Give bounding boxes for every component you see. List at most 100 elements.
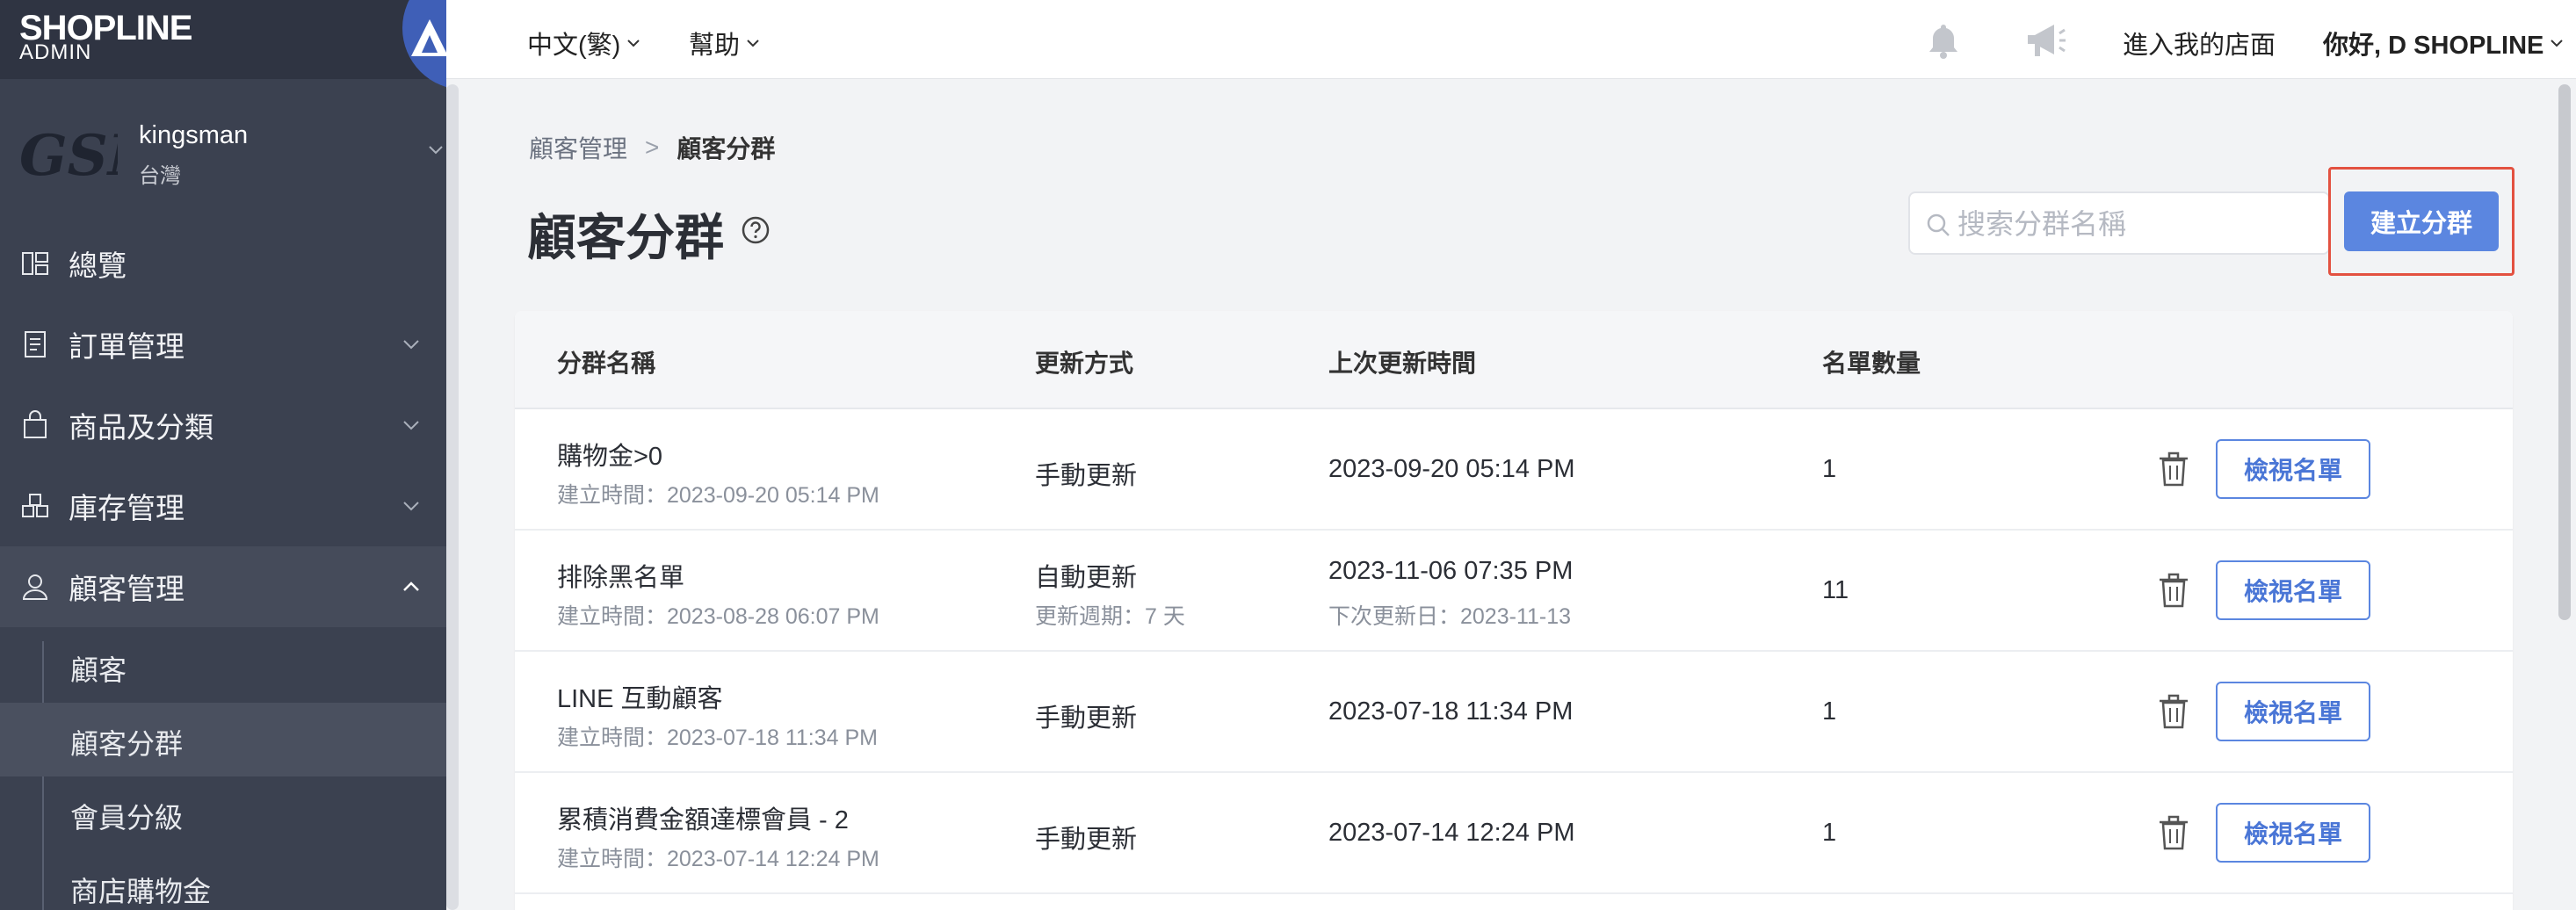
last-updated: 2023-07-18 11:34 PM — [1328, 697, 1574, 726]
update-cycle: 更新週期：7 天 — [1035, 604, 1185, 629]
page-title: 顧客分群 — [527, 210, 724, 265]
sidebar-item-inventory[interactable]: 庫存管理 — [0, 466, 446, 546]
sidebar-subitem-label: 顧客 — [70, 654, 127, 686]
shopping-bag-icon — [24, 410, 47, 438]
column-header-count: 名單數量 — [1822, 350, 1921, 377]
logo-area: SHOPLINE ADMIN — [0, 0, 446, 90]
segment-created: 建立時間：2023-07-18 11:34 PM — [557, 726, 878, 750]
sidebar: SHOPLINE ADMIN GSM kingsman 台灣 總覽 訂單管理 商… — [0, 0, 446, 910]
breadcrumb-parent[interactable]: 顧客管理 — [529, 130, 627, 165]
account-menu[interactable]: 你好, D SHOPLINE — [2323, 25, 2565, 61]
view-list-button[interactable]: 檢視名單 — [2216, 682, 2370, 741]
top-bar: 中文(繁) 幫助 進入我的店面 你好, D SHOPLINE — [446, 0, 2576, 79]
trash-icon[interactable] — [2156, 571, 2191, 610]
chevron-down-icon — [403, 421, 419, 430]
content-left-scroll-track — [446, 84, 459, 910]
account-greeting: 你好, D SHOPLINE — [2323, 32, 2544, 60]
store-name: kingsman — [139, 121, 249, 149]
sidebar-item-label: 顧客管理 — [69, 573, 185, 605]
segment-name: 累積消費金額達標會員 - 2 — [557, 806, 849, 834]
store-logo: GSM — [19, 123, 118, 189]
view-list-button[interactable]: 檢視名單 — [2216, 560, 2370, 620]
breadcrumb: 顧客管理 > 顧客分群 — [529, 130, 775, 165]
search-field[interactable] — [1908, 191, 2330, 255]
language-label: 中文(繁) — [527, 32, 621, 60]
member-count: 1 — [1822, 697, 1837, 726]
breadcrumb-separator: > — [645, 134, 660, 161]
view-list-button[interactable]: 檢視名單 — [2216, 439, 2370, 499]
brand-mark-icon — [411, 19, 446, 56]
chevron-down-icon — [627, 40, 640, 47]
help-label: 幫助 — [689, 32, 741, 60]
sidebar-subitem-store-credits[interactable]: 商店購物金 — [0, 850, 446, 910]
update-method: 自動更新 — [1035, 564, 1138, 592]
language-dropdown[interactable]: 中文(繁) — [527, 25, 641, 61]
sidebar-subitem-label: 顧客分群 — [70, 728, 184, 760]
view-list-button[interactable]: 檢視名單 — [2216, 803, 2370, 863]
megaphone-icon[interactable] — [2024, 21, 2068, 60]
last-updated: 2023-11-06 07:35 PM — [1328, 557, 1574, 585]
update-method: 手動更新 — [1035, 826, 1138, 854]
segment-created: 建立時間：2023-08-28 06:07 PM — [557, 604, 879, 629]
sidebar-item-label: 訂單管理 — [69, 330, 185, 363]
column-header-update-method: 更新方式 — [1035, 350, 1134, 377]
chevron-up-icon — [403, 581, 419, 591]
member-count: 1 — [1822, 819, 1837, 847]
sidebar-subitem-label: 商店購物金 — [70, 876, 212, 907]
visit-store-link[interactable]: 進入我的店面 — [2123, 25, 2276, 61]
order-list-icon — [25, 331, 46, 358]
next-update: 下次更新日：2023-11-13 — [1328, 604, 1572, 629]
user-icon — [22, 574, 48, 600]
visit-store-label: 進入我的店面 — [2123, 32, 2276, 60]
update-method: 手動更新 — [1035, 704, 1138, 733]
segment-name: 排除黑名單 — [557, 564, 685, 592]
table-row: LINE 互動顧客 建立時間：2023-07-18 11:34 PM 手動更新 … — [515, 652, 2513, 773]
inventory-icon — [22, 494, 48, 517]
create-segment-button[interactable]: 建立分群 — [2344, 191, 2499, 251]
page-scrollbar[interactable] — [2558, 84, 2571, 620]
chevron-down-icon — [403, 340, 419, 350]
search-icon — [1927, 213, 1950, 236]
member-count: 1 — [1822, 455, 1837, 483]
segment-created: 建立時間：2023-07-14 12:24 PM — [557, 847, 879, 871]
column-header-last-updated: 上次更新時間 — [1328, 350, 1477, 377]
member-count: 11 — [1822, 576, 1849, 604]
help-circle-icon[interactable] — [740, 214, 771, 246]
help-dropdown[interactable]: 幫助 — [689, 25, 761, 61]
sidebar-item-label: 總覽 — [69, 249, 127, 282]
segment-name: 購物金>0 — [557, 443, 663, 471]
dashboard-icon — [22, 252, 48, 275]
sidebar-item-products[interactable]: 商品及分類 — [0, 385, 446, 466]
store-switcher[interactable]: GSM kingsman 台灣 — [0, 97, 446, 202]
store-region: 台灣 — [139, 164, 181, 188]
sidebar-subitem-label: 會員分級 — [70, 802, 184, 834]
sidebar-item-customers[interactable]: 顧客管理 — [0, 546, 446, 627]
table-header: 分群名稱 更新方式 上次更新時間 名單數量 — [515, 311, 2513, 409]
bell-icon[interactable] — [1924, 21, 1963, 60]
chevron-down-icon — [2551, 40, 2564, 47]
last-updated: 2023-09-20 05:14 PM — [1328, 455, 1575, 483]
trash-icon[interactable] — [2156, 692, 2191, 731]
sidebar-item-label: 商品及分類 — [69, 411, 213, 444]
trash-icon[interactable] — [2156, 450, 2191, 488]
table-row: 排除黑名單 建立時間：2023-08-28 06:07 PM 自動更新 更新週期… — [515, 531, 2513, 652]
sidebar-subitem-membership-tiers[interactable]: 會員分級 — [0, 776, 446, 850]
sidebar-item-overview[interactable]: 總覽 — [0, 223, 446, 304]
table-row: 累積消費金額達標會員 - 2 建立時間：2023-07-14 12:24 PM … — [515, 773, 2513, 894]
chevron-down-icon — [429, 146, 443, 155]
update-method: 手動更新 — [1035, 462, 1138, 490]
trash-icon[interactable] — [2156, 813, 2191, 852]
sidebar-subitem-customers[interactable]: 顧客 — [0, 629, 446, 703]
segment-name: LINE 互動顧客 — [557, 685, 723, 713]
breadcrumb-current: 顧客分群 — [677, 135, 776, 162]
chevron-down-icon — [747, 40, 759, 47]
chevron-down-icon — [403, 502, 419, 511]
brand-sub: ADMIN — [19, 40, 92, 64]
sidebar-subitem-segments[interactable]: 顧客分群 — [0, 703, 446, 776]
segments-table: 分群名稱 更新方式 上次更新時間 名單數量 購物金>0 建立時間：2023-09… — [515, 311, 2513, 910]
sidebar-item-orders[interactable]: 訂單管理 — [0, 304, 446, 385]
segment-created: 建立時間：2023-09-20 05:14 PM — [557, 483, 879, 508]
search-input[interactable] — [1957, 204, 2309, 244]
column-header-name: 分群名稱 — [557, 350, 656, 377]
last-updated: 2023-07-14 12:24 PM — [1328, 819, 1575, 847]
